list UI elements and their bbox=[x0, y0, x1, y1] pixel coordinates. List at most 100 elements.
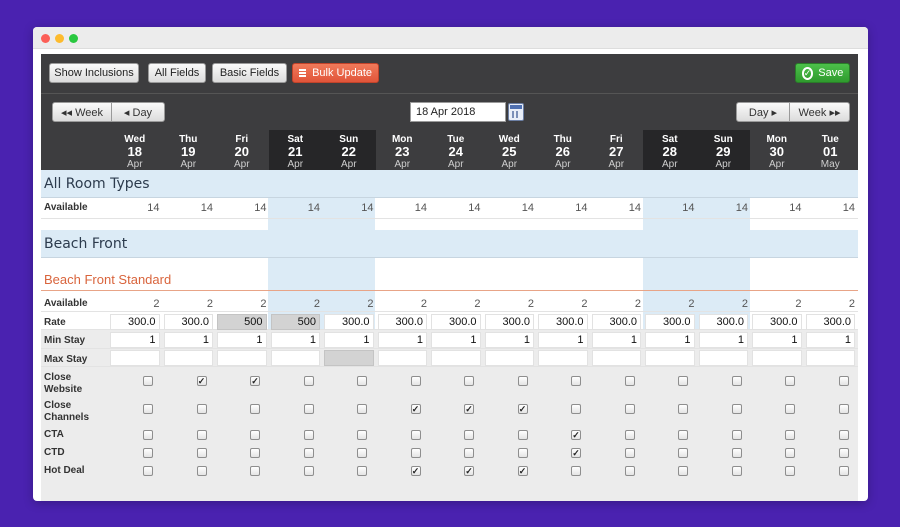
rate-input[interactable]: 300.0 bbox=[377, 314, 427, 330]
basic-fields-button[interactable]: Basic Fields bbox=[212, 63, 287, 83]
date-input[interactable]: 18 Apr 2018 bbox=[410, 102, 506, 122]
ctd-checkbox[interactable] bbox=[250, 448, 260, 458]
cta-checkbox[interactable] bbox=[517, 430, 528, 440]
ctd-checkbox[interactable] bbox=[410, 448, 421, 458]
ctd-checkbox[interactable] bbox=[196, 448, 207, 458]
rate-input[interactable]: 300.0 bbox=[538, 314, 588, 330]
close-website-checkbox[interactable] bbox=[731, 376, 742, 386]
max-stay-input[interactable] bbox=[645, 350, 695, 366]
rate-input[interactable]: 500 bbox=[217, 314, 267, 330]
cta-checkbox[interactable] bbox=[678, 430, 688, 440]
max-stay-input[interactable] bbox=[591, 350, 641, 366]
cta-checkbox[interactable] bbox=[624, 430, 635, 440]
hot-deal-checkbox[interactable] bbox=[303, 466, 314, 476]
close-website-checkbox[interactable] bbox=[303, 376, 314, 386]
close-channels-checkbox[interactable] bbox=[250, 404, 260, 414]
prev-week-button[interactable]: ◂◂ Week bbox=[52, 102, 112, 122]
close-website-checkbox[interactable]: ✓ bbox=[250, 376, 260, 386]
hot-deal-checkbox[interactable] bbox=[838, 466, 849, 476]
ctd-checkbox[interactable] bbox=[357, 448, 367, 458]
close-website-checkbox[interactable] bbox=[624, 376, 635, 386]
min-stay-input[interactable]: 1 bbox=[270, 332, 320, 348]
show-inclusions-button[interactable]: Show Inclusions bbox=[49, 63, 139, 83]
ctd-checkbox[interactable] bbox=[624, 448, 635, 458]
ctd-checkbox[interactable]: ✓ bbox=[571, 448, 581, 458]
cta-checkbox[interactable] bbox=[785, 430, 795, 440]
rate-input[interactable]: 300.0 bbox=[163, 314, 213, 330]
hot-deal-checkbox[interactable] bbox=[250, 466, 260, 476]
ctd-checkbox[interactable] bbox=[464, 448, 474, 458]
max-stay-input[interactable] bbox=[805, 350, 855, 366]
ctd-checkbox[interactable] bbox=[303, 448, 314, 458]
cta-checkbox[interactable] bbox=[250, 430, 260, 440]
close-website-checkbox[interactable]: ✓ bbox=[196, 376, 207, 386]
ctd-checkbox[interactable] bbox=[678, 448, 688, 458]
hot-deal-checkbox[interactable] bbox=[143, 466, 153, 476]
cta-checkbox[interactable] bbox=[410, 430, 421, 440]
close-channels-checkbox[interactable] bbox=[196, 404, 207, 414]
min-stay-input[interactable]: 1 bbox=[484, 332, 534, 348]
close-channels-checkbox[interactable] bbox=[357, 404, 367, 414]
max-stay-input[interactable] bbox=[752, 350, 802, 366]
hot-deal-checkbox[interactable] bbox=[678, 466, 688, 476]
max-stay-input[interactable] bbox=[110, 350, 160, 366]
min-stay-input[interactable]: 1 bbox=[538, 332, 588, 348]
cta-checkbox[interactable] bbox=[464, 430, 474, 440]
close-website-checkbox[interactable] bbox=[785, 376, 795, 386]
cta-checkbox[interactable] bbox=[143, 430, 153, 440]
cta-checkbox[interactable] bbox=[731, 430, 742, 440]
rate-input[interactable]: 300.0 bbox=[645, 314, 695, 330]
close-website-checkbox[interactable] bbox=[838, 376, 849, 386]
cta-checkbox[interactable] bbox=[357, 430, 367, 440]
rate-input[interactable]: 300.0 bbox=[805, 314, 855, 330]
close-channels-checkbox[interactable]: ✓ bbox=[464, 404, 474, 414]
cta-checkbox[interactable] bbox=[196, 430, 207, 440]
min-stay-input[interactable]: 1 bbox=[752, 332, 802, 348]
min-stay-input[interactable]: 1 bbox=[431, 332, 481, 348]
close-website-checkbox[interactable] bbox=[517, 376, 528, 386]
close-channels-checkbox[interactable] bbox=[678, 404, 688, 414]
rate-input[interactable]: 500 bbox=[270, 314, 320, 330]
min-stay-input[interactable]: 1 bbox=[805, 332, 855, 348]
min-stay-input[interactable]: 1 bbox=[324, 332, 374, 348]
close-channels-checkbox[interactable]: ✓ bbox=[410, 404, 421, 414]
rate-input[interactable]: 300.0 bbox=[591, 314, 641, 330]
min-stay-input[interactable]: 1 bbox=[377, 332, 427, 348]
cta-checkbox[interactable] bbox=[838, 430, 849, 440]
max-stay-input[interactable] bbox=[324, 350, 374, 366]
close-channels-checkbox[interactable] bbox=[624, 404, 635, 414]
hot-deal-checkbox[interactable] bbox=[571, 466, 581, 476]
hot-deal-checkbox[interactable] bbox=[731, 466, 742, 476]
next-day-button[interactable]: Day ▸ bbox=[736, 102, 790, 122]
ctd-checkbox[interactable] bbox=[785, 448, 795, 458]
hot-deal-checkbox[interactable]: ✓ bbox=[517, 466, 528, 476]
rate-input[interactable]: 300.0 bbox=[752, 314, 802, 330]
close-channels-checkbox[interactable] bbox=[303, 404, 314, 414]
rate-input[interactable]: 300.0 bbox=[698, 314, 748, 330]
max-stay-input[interactable] bbox=[163, 350, 213, 366]
max-stay-input[interactable] bbox=[377, 350, 427, 366]
minimize-window-icon[interactable] bbox=[55, 34, 64, 43]
prev-day-button[interactable]: ◂ Day bbox=[112, 102, 165, 122]
close-website-checkbox[interactable] bbox=[678, 376, 688, 386]
hot-deal-checkbox[interactable]: ✓ bbox=[410, 466, 421, 476]
min-stay-input[interactable]: 1 bbox=[163, 332, 213, 348]
min-stay-input[interactable]: 1 bbox=[645, 332, 695, 348]
hot-deal-checkbox[interactable] bbox=[785, 466, 795, 476]
ctd-checkbox[interactable] bbox=[143, 448, 153, 458]
ctd-checkbox[interactable] bbox=[731, 448, 742, 458]
min-stay-input[interactable]: 1 bbox=[591, 332, 641, 348]
rate-input[interactable]: 300.0 bbox=[110, 314, 160, 330]
max-stay-input[interactable] bbox=[538, 350, 588, 366]
close-channels-checkbox[interactable]: ✓ bbox=[517, 404, 528, 414]
rate-input[interactable]: 300.0 bbox=[431, 314, 481, 330]
ctd-checkbox[interactable] bbox=[517, 448, 528, 458]
calendar-icon[interactable] bbox=[508, 103, 524, 121]
min-stay-input[interactable]: 1 bbox=[698, 332, 748, 348]
hot-deal-checkbox[interactable] bbox=[357, 466, 367, 476]
cta-checkbox[interactable] bbox=[303, 430, 314, 440]
max-stay-input[interactable] bbox=[270, 350, 320, 366]
close-website-checkbox[interactable] bbox=[571, 376, 581, 386]
close-channels-checkbox[interactable] bbox=[143, 404, 153, 414]
rate-input[interactable]: 300.0 bbox=[324, 314, 374, 330]
